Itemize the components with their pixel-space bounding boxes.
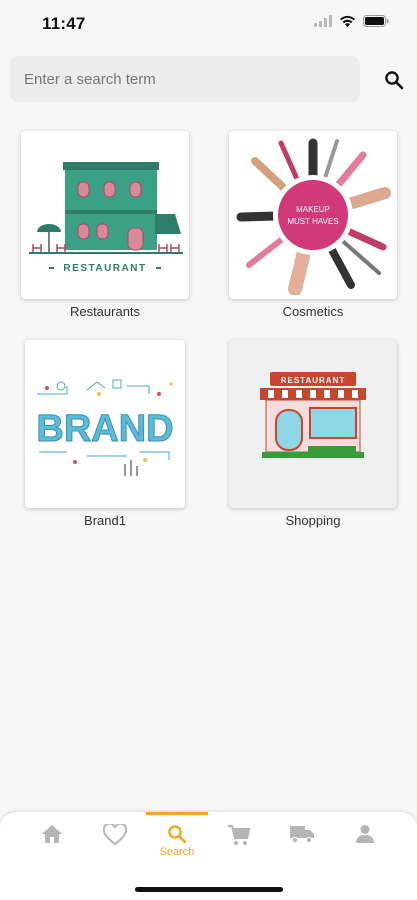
storefront-illustration: RESTAURANT bbox=[260, 372, 366, 458]
category-label: Brand1 bbox=[84, 513, 126, 528]
tab-home[interactable] bbox=[21, 812, 83, 868]
home-icon bbox=[42, 825, 62, 843]
brand-image: BRAND bbox=[25, 340, 185, 508]
category-label: Shopping bbox=[285, 513, 341, 528]
svg-text:RESTAURANT: RESTAURANT bbox=[281, 376, 346, 385]
cart-icon bbox=[228, 824, 251, 845]
category-card-restaurants[interactable]: RESTAURANT Restaurants bbox=[21, 131, 189, 319]
search-field[interactable] bbox=[10, 56, 360, 102]
cellular-signal-icon bbox=[314, 15, 332, 27]
svg-text:BRAND: BRAND bbox=[36, 408, 173, 450]
category-card-cosmetics[interactable]: MAKEUP MUST HAVES Cosmetics bbox=[229, 131, 397, 319]
tab-search[interactable]: Search bbox=[146, 812, 208, 868]
brand-illustration: BRAND bbox=[36, 379, 174, 476]
home-indicator bbox=[135, 887, 283, 892]
active-tab-indicator bbox=[146, 812, 208, 815]
cosmetics-illustration: MAKEUP MUST HAVES bbox=[236, 138, 391, 295]
search-icon bbox=[385, 71, 404, 90]
cosmetics-image: MAKEUP MUST HAVES bbox=[229, 131, 397, 299]
category-label: Restaurants bbox=[69, 304, 141, 319]
svg-text:RESTAURANT: RESTAURANT bbox=[63, 263, 146, 274]
search-input[interactable] bbox=[22, 69, 360, 89]
svg-text:MUST HAVES: MUST HAVES bbox=[287, 217, 338, 226]
tab-favorites[interactable] bbox=[84, 812, 146, 868]
tab-delivery[interactable] bbox=[271, 812, 333, 868]
search-icon bbox=[168, 825, 187, 844]
wifi-icon bbox=[340, 15, 355, 27]
status-time: 11:47 bbox=[42, 14, 86, 33]
status-bar: 11:47 bbox=[0, 0, 417, 46]
restaurant-image: RESTAURANT bbox=[21, 131, 189, 299]
person-icon bbox=[356, 825, 374, 843]
status-icons bbox=[314, 15, 389, 27]
svg-text:MAKEUP: MAKEUP bbox=[296, 205, 330, 214]
shopping-image: RESTAURANT bbox=[229, 340, 397, 508]
tab-label: Search bbox=[159, 846, 195, 858]
search-button[interactable] bbox=[380, 66, 408, 94]
restaurant-illustration: RESTAURANT bbox=[29, 162, 183, 274]
tab-profile[interactable] bbox=[334, 812, 396, 868]
category-card-brand1[interactable]: BRAND Brand1 bbox=[25, 340, 185, 528]
truck-icon bbox=[290, 826, 314, 844]
heart-icon bbox=[103, 824, 127, 846]
battery-icon bbox=[363, 15, 389, 27]
category-label: Cosmetics bbox=[282, 304, 344, 319]
category-card-shopping[interactable]: RESTAURANT Shopping bbox=[229, 340, 397, 528]
tab-cart[interactable] bbox=[208, 812, 270, 868]
